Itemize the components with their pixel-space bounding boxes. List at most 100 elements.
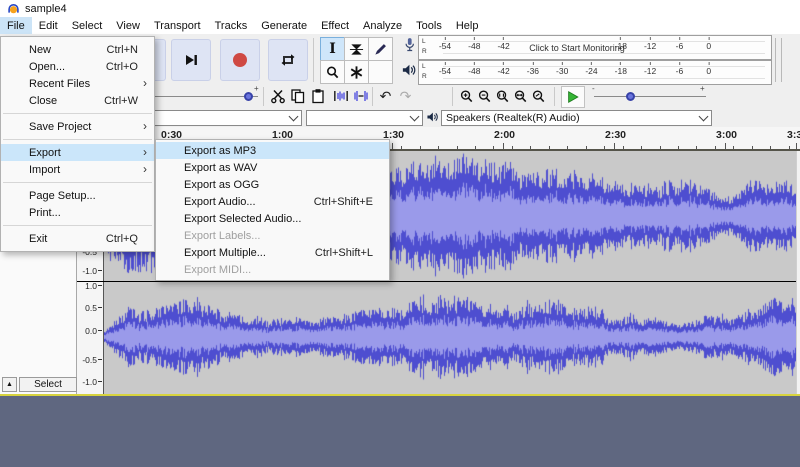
timeline-minor-tick — [438, 146, 439, 149]
draw-tool-button[interactable] — [368, 37, 393, 61]
scissors-icon — [270, 89, 285, 104]
meter-tick-label: -48 — [468, 41, 481, 51]
recording-device-dropdown[interactable] — [150, 110, 302, 126]
meter-tick-label: -54 — [438, 41, 452, 51]
audacity-logo-icon — [7, 2, 20, 15]
track-select-button[interactable]: Select — [19, 377, 77, 392]
envelope-tool-button[interactable] — [344, 37, 369, 61]
menu-bar: File Edit Select View Transport Tracks Generat… — [0, 17, 800, 35]
timeline-major-tick — [392, 143, 393, 149]
timeline-minor-tick — [549, 146, 550, 149]
menubar-item-tracks[interactable]: Tracks — [208, 17, 255, 34]
export-menu-item-export-as-ogg[interactable]: Export as OGG — [156, 176, 389, 193]
menubar-item-tools[interactable]: Tools — [409, 17, 449, 34]
meter-tick-label: -18 — [614, 66, 627, 76]
file-menu-item-open[interactable]: Open... Ctrl+O — [1, 58, 154, 75]
track-collapse-button[interactable]: ▲ — [2, 377, 17, 392]
file-menu-item-print[interactable]: Print... — [1, 204, 154, 221]
file-menu-item-import[interactable]: Import › — [1, 161, 154, 178]
file-menu: New Ctrl+N Open... Ctrl+O Recent Files › Close… — [0, 36, 155, 252]
multi-tool-button[interactable] — [344, 60, 369, 84]
file-menu-item-exit[interactable]: Exit Ctrl+Q — [1, 230, 154, 247]
menubar-item-transport[interactable]: Transport — [147, 17, 208, 34]
timeline-minor-tick — [752, 146, 753, 149]
meter-tick-label: -6 — [675, 66, 684, 76]
ruler-scale-label: 1.0 — [85, 281, 97, 291]
window-title: sample4 — [25, 2, 67, 15]
chevron-down-icon — [288, 111, 299, 122]
meter-tick-label: -6 — [675, 41, 684, 51]
recording-channels-dropdown[interactable] — [306, 110, 423, 126]
cut-button[interactable] — [268, 86, 287, 106]
menubar-item-file[interactable]: File — [0, 17, 32, 34]
tick-mark — [444, 37, 446, 40]
menubar-item-analyze[interactable]: Analyze — [356, 17, 409, 34]
menu-item-label: Print... — [29, 206, 61, 219]
timeline-label: 2:00 — [494, 129, 516, 141]
export-menu-item-export-audio[interactable]: Export Audio... Ctrl+Shift+E — [156, 193, 389, 210]
monitor-prompt[interactable]: Click to Start Monitoring — [529, 43, 625, 53]
skip-to-end-button[interactable] — [171, 39, 211, 81]
file-menu-item-export[interactable]: Export › — [1, 144, 154, 161]
playback-meter[interactable]: L R -54 -48 -42 -36 -30 -24 -18 -12 -6 0 — [418, 60, 772, 85]
timeline-minor-tick — [789, 146, 790, 149]
meter-channel-label-R: R — [422, 48, 427, 55]
file-menu-item-recent-files[interactable]: Recent Files › — [1, 75, 154, 92]
export-menu-item-export-as-mp3[interactable]: Export as MP3 — [156, 142, 389, 159]
meter-tick: -42 — [497, 61, 510, 76]
file-menu-item-close[interactable]: Close Ctrl+W — [1, 92, 154, 109]
meter-tick-label: -42 — [497, 41, 510, 51]
export-menu-item-export-selected-audio[interactable]: Export Selected Audio... — [156, 210, 389, 227]
timeline-label: 2:30 — [605, 129, 627, 141]
trim-audio-button[interactable] — [331, 86, 350, 106]
timeline-minor-tick — [401, 146, 402, 149]
meter-resize-grip[interactable] — [775, 38, 782, 82]
paste-button[interactable] — [308, 86, 327, 106]
zoom-fit-project-button[interactable] — [511, 86, 529, 106]
export-menu-item-export-as-wav[interactable]: Export as WAV — [156, 159, 389, 176]
zoom-out-button[interactable] — [475, 86, 493, 106]
recording-meter[interactable]: L R Click to Start Monitoring -54 -48 -42 -… — [418, 35, 772, 60]
menubar-item-view[interactable]: View — [109, 17, 147, 34]
play-speed-thumb[interactable] — [626, 92, 635, 101]
copy-button[interactable] — [288, 86, 307, 106]
undo-button[interactable]: ↶ — [376, 86, 395, 106]
zoom-tool-button[interactable] — [320, 60, 345, 84]
export-menu-item-export-multiple[interactable]: Export Multiple... Ctrl+Shift+L — [156, 244, 389, 261]
tick-mark — [678, 37, 680, 40]
menubar-item-help[interactable]: Help — [449, 17, 486, 34]
timeline-minor-tick — [567, 146, 568, 149]
meter-tick-label: -18 — [614, 41, 627, 51]
silence-audio-button[interactable] — [351, 86, 370, 106]
ruler-scale-label: -1.0 — [82, 266, 97, 276]
vertical-scrollbar[interactable] — [796, 151, 800, 394]
tick-mark — [708, 37, 710, 40]
zoom-selection-button[interactable] — [493, 86, 511, 106]
file-menu-item-page-setup[interactable]: Page Setup... — [1, 187, 154, 204]
recording-volume-thumb[interactable] — [244, 92, 253, 101]
loop-button[interactable] — [268, 39, 308, 81]
file-menu-item-new[interactable]: New Ctrl+N — [1, 41, 154, 58]
timeline-minor-tick — [512, 146, 513, 149]
menu-item-label: Export Multiple... — [184, 246, 266, 259]
playback-meter-speaker-button[interactable] — [398, 60, 420, 80]
menu-item-label: Export Labels... — [184, 229, 261, 242]
play-at-speed-button[interactable] — [561, 86, 585, 108]
play-speed-slider[interactable] — [594, 92, 706, 101]
menubar-item-edit[interactable]: Edit — [32, 17, 65, 34]
record-meter-mic-button[interactable] — [398, 35, 420, 55]
timeline-label: 3:30 — [787, 129, 800, 141]
file-menu-item-save-project[interactable]: Save Project › — [1, 118, 154, 135]
redo-button[interactable]: ↷ — [396, 86, 415, 106]
menubar-item-select[interactable]: Select — [65, 17, 110, 34]
selection-tool-button[interactable]: I — [320, 37, 345, 61]
menu-item-label: Export as OGG — [184, 178, 260, 191]
playback-device-dropdown[interactable]: Speakers (Realtek(R) Audio) — [441, 110, 712, 126]
menubar-item-generate[interactable]: Generate — [254, 17, 314, 34]
record-button[interactable] — [220, 39, 260, 81]
menubar-item-effect[interactable]: Effect — [314, 17, 356, 34]
zoom-in-button[interactable] — [457, 86, 475, 106]
tick-mark — [590, 62, 592, 65]
tick-mark — [649, 62, 651, 65]
zoom-toggle-button[interactable] — [529, 86, 547, 106]
